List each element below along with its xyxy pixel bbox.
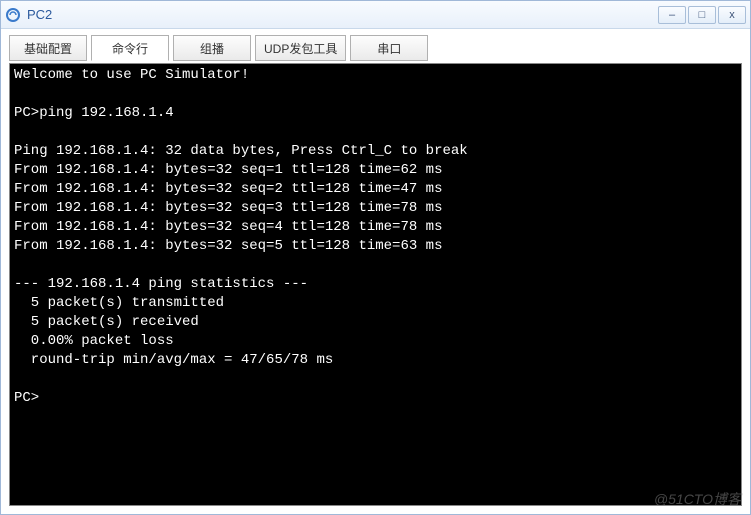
tabbar: 基础配置 命令行 组播 UDP发包工具 串口 — [1, 29, 750, 61]
terminal-line: Ping 192.168.1.4: 32 data bytes, Press C… — [14, 143, 468, 159]
terminal-line: 5 packet(s) received — [14, 314, 199, 330]
terminal-prompt: PC> — [14, 390, 39, 406]
tab-udp-tool[interactable]: UDP发包工具 — [255, 35, 346, 61]
app-window: PC2 – □ x 基础配置 命令行 组播 UDP发包工具 串口 Welcome… — [0, 0, 751, 515]
terminal-line: From 192.168.1.4: bytes=32 seq=5 ttl=128… — [14, 238, 442, 254]
terminal-line: 0.00% packet loss — [14, 333, 174, 349]
terminal-line: --- 192.168.1.4 ping statistics --- — [14, 276, 308, 292]
terminal-line: From 192.168.1.4: bytes=32 seq=3 ttl=128… — [14, 200, 442, 216]
tab-serial[interactable]: 串口 — [350, 35, 428, 61]
tab-command-line[interactable]: 命令行 — [91, 35, 169, 61]
app-icon — [5, 7, 21, 23]
window-title: PC2 — [27, 7, 658, 22]
terminal-line: PC>ping 192.168.1.4 — [14, 105, 174, 121]
terminal-line: 5 packet(s) transmitted — [14, 295, 224, 311]
terminal-line: From 192.168.1.4: bytes=32 seq=2 ttl=128… — [14, 181, 442, 197]
terminal-line: Welcome to use PC Simulator! — [14, 67, 249, 83]
terminal-line: From 192.168.1.4: bytes=32 seq=1 ttl=128… — [14, 162, 442, 178]
minimize-button[interactable]: – — [658, 6, 686, 24]
titlebar[interactable]: PC2 – □ x — [1, 1, 750, 29]
terminal[interactable]: Welcome to use PC Simulator! PC>ping 192… — [9, 63, 742, 506]
maximize-button[interactable]: □ — [688, 6, 716, 24]
tab-multicast[interactable]: 组播 — [173, 35, 251, 61]
terminal-line: From 192.168.1.4: bytes=32 seq=4 ttl=128… — [14, 219, 442, 235]
terminal-line: round-trip min/avg/max = 47/65/78 ms — [14, 352, 333, 368]
tab-basic-config[interactable]: 基础配置 — [9, 35, 87, 61]
close-button[interactable]: x — [718, 6, 746, 24]
window-controls: – □ x — [658, 6, 746, 24]
